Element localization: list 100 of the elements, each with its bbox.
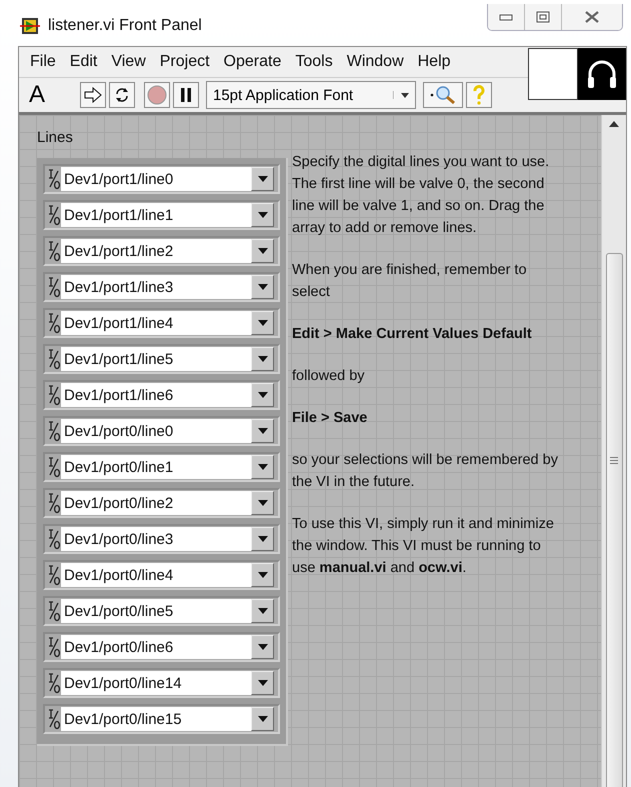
io-channel-control[interactable]: Dev1/port0/line0 [43, 416, 280, 446]
menu-item[interactable]: Operate [216, 53, 288, 71]
dropdown-arrow-icon [258, 536, 268, 542]
io-channel-control[interactable]: Dev1/port1/line3 [43, 272, 280, 302]
dropdown-arrow-icon [258, 500, 268, 506]
io-channel-control[interactable]: Dev1/port1/line5 [43, 344, 280, 374]
instruction-text: File > Save [292, 409, 368, 428]
array-label: Lines [37, 129, 74, 146]
dropdown-button[interactable] [251, 527, 274, 551]
pause-button[interactable] [173, 82, 199, 108]
minimize-button[interactable] [488, 4, 524, 30]
io-channel-control[interactable]: Dev1/port1/line6 [43, 380, 280, 410]
dropdown-button[interactable] [251, 203, 274, 227]
question-mark-icon [472, 85, 486, 105]
io-icon [47, 168, 61, 190]
maximize-button[interactable] [524, 4, 561, 30]
io-channel-control[interactable]: Dev1/port1/line1 [43, 200, 280, 230]
dropdown-button[interactable] [251, 707, 274, 731]
scroll-thumb[interactable] [606, 253, 622, 787]
channel-value: Dev1/port0/line1 [63, 458, 174, 476]
io-icon [47, 672, 61, 694]
dropdown-button[interactable] [251, 635, 274, 659]
channel-value: Dev1/port0/line0 [63, 422, 174, 440]
channel-value: Dev1/port1/line1 [63, 206, 174, 224]
io-channel-control[interactable]: Dev1/port1/line0 [43, 164, 280, 194]
dropdown-button[interactable] [251, 491, 274, 515]
grip-icon [610, 457, 618, 464]
menu-item[interactable]: Edit [62, 53, 104, 71]
dropdown-button[interactable] [251, 167, 274, 191]
io-icon [47, 420, 61, 442]
io-channel-control[interactable]: Dev1/port0/line5 [43, 596, 280, 626]
dropdown-arrow-icon [258, 428, 268, 434]
io-icon [47, 708, 61, 730]
icon-pane [528, 48, 578, 100]
channel-value: Dev1/port0/line14 [63, 674, 183, 692]
dropdown-button[interactable] [251, 347, 274, 371]
menu-item[interactable]: Window [340, 53, 411, 71]
dropdown-arrow-icon [258, 572, 268, 578]
io-icon [47, 528, 61, 550]
io-channel-control[interactable]: Dev1/port0/line1 [43, 452, 280, 482]
dropdown-button[interactable] [251, 419, 274, 443]
dropdown-button[interactable] [251, 455, 274, 479]
dropdown-arrow-icon [258, 716, 268, 722]
io-channel-control[interactable]: Dev1/port0/line6 [43, 632, 280, 662]
stop-icon [147, 85, 167, 105]
io-channel-control[interactable]: Dev1/port0/line15 [43, 704, 280, 734]
io-channel-control[interactable]: Dev1/port0/line14 [43, 668, 280, 698]
io-channel-control[interactable]: Dev1/port0/line2 [43, 488, 280, 518]
dropdown-button[interactable] [251, 563, 274, 587]
io-icon [47, 204, 61, 226]
instruction-text: To use this VI, simply run it and minimize the window. This VI must be running to use manual.vi and ocw.vi. [292, 515, 555, 578]
dropdown-arrow-icon [258, 356, 268, 362]
run-button[interactable] [80, 82, 106, 108]
io-channel-control[interactable]: Dev1/port0/line4 [43, 560, 280, 590]
channel-value: Dev1/port1/line0 [63, 170, 174, 188]
dropdown-arrow-icon [258, 464, 268, 470]
dropdown-arrow-icon [258, 212, 268, 218]
scroll-up-icon [609, 121, 619, 127]
io-icon [47, 564, 61, 586]
menu-item[interactable]: Tools [288, 53, 340, 71]
font-dropdown[interactable]: 15pt Application Font [206, 81, 416, 109]
close-button[interactable] [561, 4, 622, 30]
dropdown-arrow-icon [258, 608, 268, 614]
io-icon [47, 276, 61, 298]
dropdown-button[interactable] [251, 275, 274, 299]
dropdown-button[interactable] [251, 239, 274, 263]
menu-item[interactable]: File [23, 53, 63, 71]
io-icon [47, 636, 61, 658]
menu-item[interactable]: View [104, 53, 153, 71]
lines-array[interactable] [37, 158, 288, 746]
menu-item[interactable]: Project [152, 53, 217, 71]
dropdown-button[interactable] [251, 383, 274, 407]
channel-value: Dev1/port0/line3 [63, 530, 174, 548]
channel-value: Dev1/port1/line2 [63, 242, 174, 260]
io-icon [47, 384, 61, 406]
search-button[interactable] [423, 82, 463, 108]
run-continuously-button[interactable] [109, 82, 135, 108]
maximize-icon [536, 11, 550, 23]
dropdown-arrow-icon [258, 320, 268, 326]
instruction-text: When you are finished, remember to select [292, 261, 528, 302]
window-title: listener.vi Front Panel [48, 17, 203, 35]
help-button[interactable] [466, 82, 492, 108]
dropdown-arrow-icon [258, 248, 268, 254]
cycle-arrows-icon [113, 86, 131, 104]
scrollbar[interactable] [601, 115, 626, 787]
io-icon [47, 456, 61, 478]
dropdown-button[interactable] [251, 599, 274, 623]
io-icon [47, 240, 61, 262]
text-tool[interactable]: A [19, 81, 77, 109]
channel-value: Dev1/port0/line5 [63, 602, 174, 620]
channel-value: Dev1/port1/line3 [63, 278, 174, 296]
instruction-text: Edit > Make Current Values Default [292, 325, 533, 344]
io-channel-control[interactable]: Dev1/port0/line3 [43, 524, 280, 554]
menu-item[interactable]: Help [410, 53, 458, 71]
io-channel-control[interactable]: Dev1/port1/line4 [43, 308, 280, 338]
dropdown-button[interactable] [251, 671, 274, 695]
io-icon [47, 600, 61, 622]
dropdown-button[interactable] [251, 311, 274, 335]
io-channel-control[interactable]: Dev1/port1/line2 [43, 236, 280, 266]
dropdown-arrow-icon [258, 176, 268, 182]
